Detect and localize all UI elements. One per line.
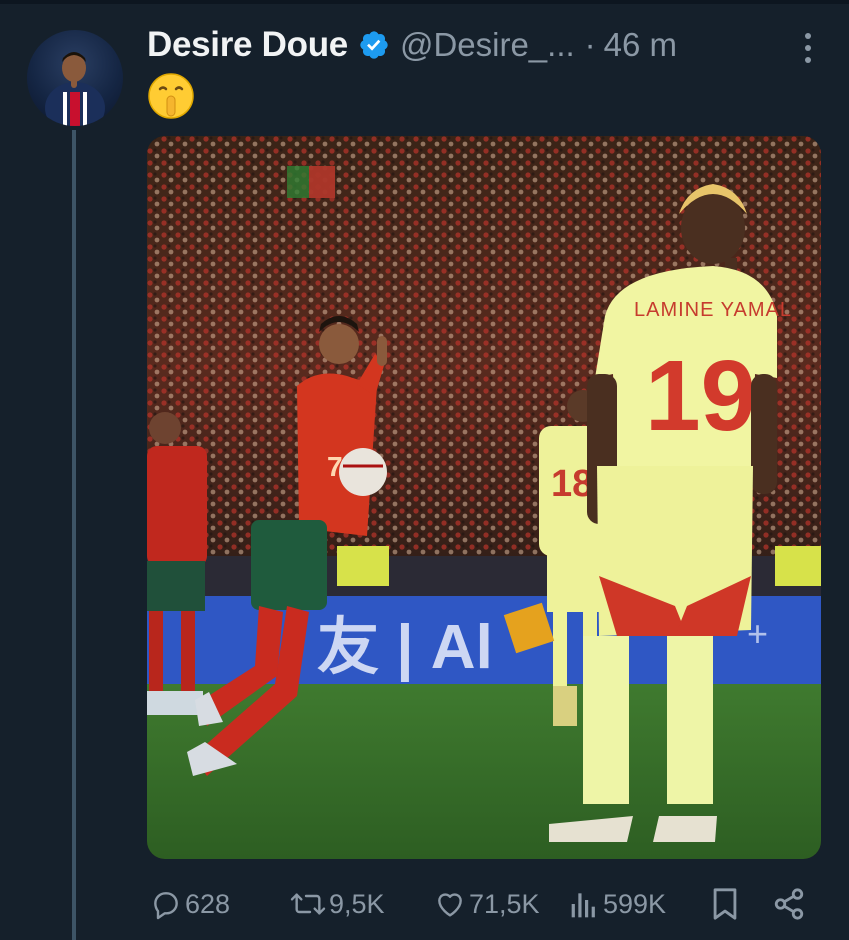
display-name[interactable]: Desire Doue xyxy=(147,25,348,65)
verified-badge-icon xyxy=(358,29,390,61)
reply-button[interactable]: 628 xyxy=(147,882,230,926)
avatar[interactable] xyxy=(27,30,123,126)
jersey-number: 19 xyxy=(645,340,756,452)
shushing-face-emoji xyxy=(147,72,195,120)
views-button[interactable]: 599K xyxy=(567,882,666,926)
like-button[interactable]: 71,5K xyxy=(431,882,540,926)
reply-count: 628 xyxy=(185,888,231,919)
timestamp[interactable]: 46 m xyxy=(604,26,677,64)
bookmark-button[interactable] xyxy=(707,882,740,926)
views-icon xyxy=(570,888,600,920)
repost-count: 9,5K xyxy=(329,888,385,919)
share-button[interactable] xyxy=(769,882,806,926)
views-count: 599K xyxy=(603,888,667,919)
bookmark-icon xyxy=(710,887,740,921)
share-icon xyxy=(772,887,806,921)
thread-line xyxy=(72,130,76,940)
like-icon xyxy=(434,888,466,920)
separator: · xyxy=(584,26,596,63)
jersey-name: LAMINE YAMAL xyxy=(634,299,792,321)
tweet-header: Desire Doue @Desire_... · 46 m xyxy=(147,22,677,68)
repost-icon xyxy=(290,888,326,920)
background-jersey-number: 18 xyxy=(551,463,593,505)
top-divider xyxy=(0,0,849,4)
svg-text:友 | Al: 友 | Al xyxy=(317,613,493,683)
like-count: 71,5K xyxy=(469,888,540,919)
handle[interactable]: @Desire_... xyxy=(400,26,575,64)
tweet-photo[interactable]: 友 | Al + 7 18 LAMINE YAMAL 19 xyxy=(147,136,821,859)
more-options-icon[interactable] xyxy=(803,30,813,66)
action-bar: 628 9,5K 71,5K 599K xyxy=(147,882,827,926)
portugal-jersey-number: 7 xyxy=(327,451,343,482)
reply-icon xyxy=(150,888,182,920)
repost-button[interactable]: 9,5K xyxy=(287,882,385,926)
